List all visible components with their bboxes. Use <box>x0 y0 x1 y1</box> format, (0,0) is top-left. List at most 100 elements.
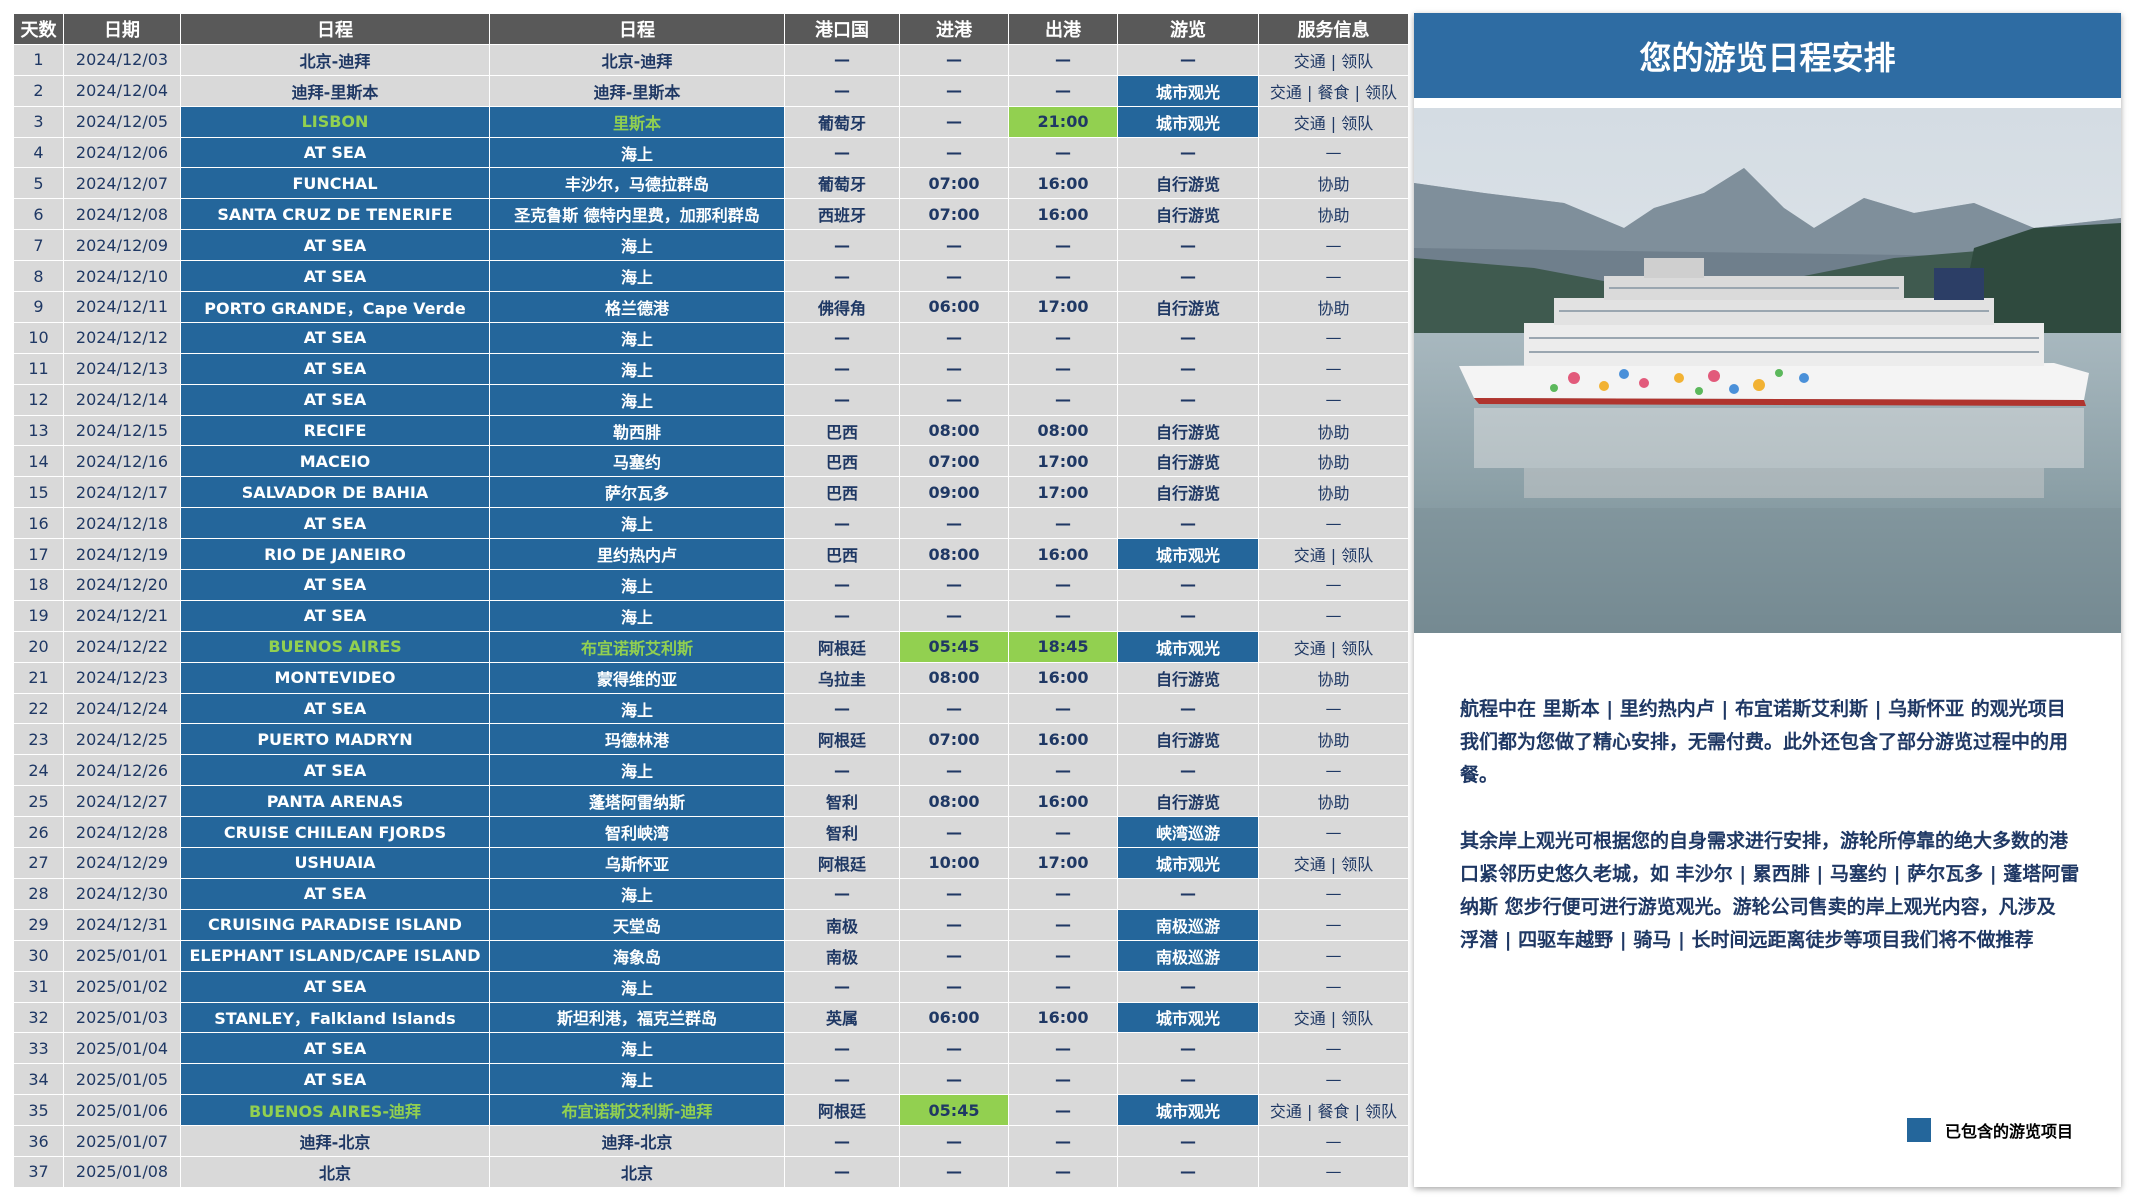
table-body: 1 2024/12/03 北京-迪拜 北京-迪拜 — — — — 交通 | 领队 2 2024/12… <box>13 43 1409 1188</box>
cell-en: CRUISE CHILEAN FJORDS <box>180 816 490 849</box>
cell-service: 协助 <box>1258 414 1409 447</box>
cell-arrive: 08:00 <box>899 661 1009 694</box>
description-paragraph-optional: 其余岸上观光可根据您的自身需求进行安排，游轮所停靠的绝大多数的港口紧邻历史悠久老… <box>1460 830 2080 951</box>
cell-date: 2024/12/19 <box>63 538 181 571</box>
cell-arrive: 07:00 <box>899 445 1009 478</box>
cell-day: 14 <box>13 445 64 478</box>
cell-depart: 17:00 <box>1008 847 1118 879</box>
cell-arrive: — <box>899 692 1009 725</box>
cell-depart: — <box>1008 260 1118 293</box>
cell-en: 北京 <box>180 1155 490 1188</box>
cell-date: 2024/12/22 <box>63 630 181 663</box>
cell-depart: — <box>1008 692 1118 725</box>
cell-country: 巴西 <box>784 538 900 571</box>
cell-service: — <box>1258 569 1409 601</box>
cell-depart: 16:00 <box>1008 167 1118 200</box>
cell-day: 1 <box>13 43 64 76</box>
cell-en: USHUAIA <box>180 847 490 879</box>
cell-day: 27 <box>13 847 64 879</box>
cell-en: AT SEA <box>180 260 490 293</box>
cell-country: 南极 <box>784 908 900 941</box>
cell-day: 5 <box>13 167 64 200</box>
cell-arrive: — <box>899 1155 1009 1188</box>
cell-service: — <box>1258 970 1409 1003</box>
cell-cn: 海上 <box>489 507 785 540</box>
cell-arrive: — <box>899 1063 1009 1096</box>
cell-date: 2024/12/28 <box>63 816 181 849</box>
cell-en: STANLEY，Falkland Islands <box>180 1001 490 1034</box>
cell-depart: — <box>1008 74 1118 107</box>
cell-cn: 北京-迪拜 <box>489 43 785 76</box>
cell-arrive: — <box>899 74 1009 107</box>
cell-cn: 海象岛 <box>489 939 785 972</box>
table-header-row: 天数 日期 日程 日程 港口国 进港 出港 游览 服务信息 <box>13 13 1409 45</box>
cell-depart: 16:00 <box>1008 723 1118 756</box>
cell-arrive: 05:45 <box>899 630 1009 663</box>
cell-en: LISBON <box>180 105 490 138</box>
cell-tour: 自行游览 <box>1117 661 1259 694</box>
cell-date: 2024/12/25 <box>63 723 181 756</box>
cell-service: — <box>1258 352 1409 385</box>
cell-en: AT SEA <box>180 970 490 1003</box>
cell-cn: 迪拜-里斯本 <box>489 74 785 107</box>
cell-depart: — <box>1008 229 1118 262</box>
cell-arrive: — <box>899 1125 1009 1157</box>
cell-depart: — <box>1008 43 1118 76</box>
cell-date: 2024/12/30 <box>63 877 181 910</box>
cell-country: — <box>784 692 900 725</box>
cell-cn: 丰沙尔，马德拉群岛 <box>489 167 785 200</box>
cell-cn: 布宜诺斯艾利斯-迪拜 <box>489 1094 785 1127</box>
cell-date: 2025/01/02 <box>63 970 181 1003</box>
cell-arrive: — <box>899 136 1009 169</box>
cell-date: 2024/12/05 <box>63 105 181 138</box>
cell-day: 36 <box>13 1125 64 1157</box>
cell-depart: — <box>1008 816 1118 849</box>
cell-day: 13 <box>13 414 64 447</box>
cell-tour: — <box>1117 1063 1259 1096</box>
cell-service: 协助 <box>1258 167 1409 200</box>
cell-arrive: 06:00 <box>899 291 1009 323</box>
cell-tour: — <box>1117 352 1259 385</box>
cell-service: — <box>1258 1063 1409 1096</box>
cell-en: AT SEA <box>180 569 490 601</box>
legend-label: 已包含的游览项目 <box>1944 1122 2073 1141</box>
cell-cn: 马塞约 <box>489 445 785 478</box>
cell-arrive: — <box>899 569 1009 601</box>
cell-en: AT SEA <box>180 136 490 169</box>
table-row: 10 2024/12/12 AT SEA 海上 — — — — — <box>13 321 1409 354</box>
cell-service: — <box>1258 1155 1409 1188</box>
cell-arrive: — <box>899 260 1009 293</box>
cell-country: 葡萄牙 <box>784 167 900 200</box>
cell-arrive: 08:00 <box>899 785 1009 818</box>
cell-day: 4 <box>13 136 64 169</box>
cell-arrive: — <box>899 816 1009 849</box>
table-row: 8 2024/12/10 AT SEA 海上 — — — — — <box>13 260 1409 293</box>
table-row: 22 2024/12/24 AT SEA 海上 — — — — — <box>13 692 1409 725</box>
cell-en: AT SEA <box>180 599 490 632</box>
cell-day: 20 <box>13 630 64 663</box>
itinerary-table: 天数 日期 日程 日程 港口国 进港 出港 游览 服务信息 1 2024/12/03 北京-迪拜 北京… <box>13 13 1409 1188</box>
cell-arrive: 05:45 <box>899 1094 1009 1127</box>
cell-cn: 圣克鲁斯 德特内里费，加那利群岛 <box>489 198 785 231</box>
cell-service: — <box>1258 260 1409 293</box>
cell-country: — <box>784 507 900 540</box>
column-header: 进港 <box>899 13 1009 45</box>
cell-country: — <box>784 321 900 354</box>
cell-depart: — <box>1008 754 1118 787</box>
column-header: 游览 <box>1117 13 1259 45</box>
table-row: 6 2024/12/08 SANTA CRUZ DE TENERIFE 圣克鲁斯 德特… <box>13 198 1409 231</box>
cell-country: 巴西 <box>784 445 900 478</box>
cell-country: — <box>784 260 900 293</box>
column-header: 日期 <box>63 13 181 45</box>
cell-arrive: 08:00 <box>899 414 1009 447</box>
cell-tour: — <box>1117 599 1259 632</box>
cell-arrive: — <box>899 908 1009 941</box>
cell-service: 交通 | 领队 <box>1258 630 1409 663</box>
cell-tour: 自行游览 <box>1117 167 1259 200</box>
cell-tour: — <box>1117 321 1259 354</box>
cell-country: 佛得角 <box>784 291 900 323</box>
cell-service: 协助 <box>1258 291 1409 323</box>
cell-tour: 自行游览 <box>1117 198 1259 231</box>
cell-tour: — <box>1117 1032 1259 1065</box>
cell-cn: 布宜诺斯艾利斯 <box>489 630 785 663</box>
